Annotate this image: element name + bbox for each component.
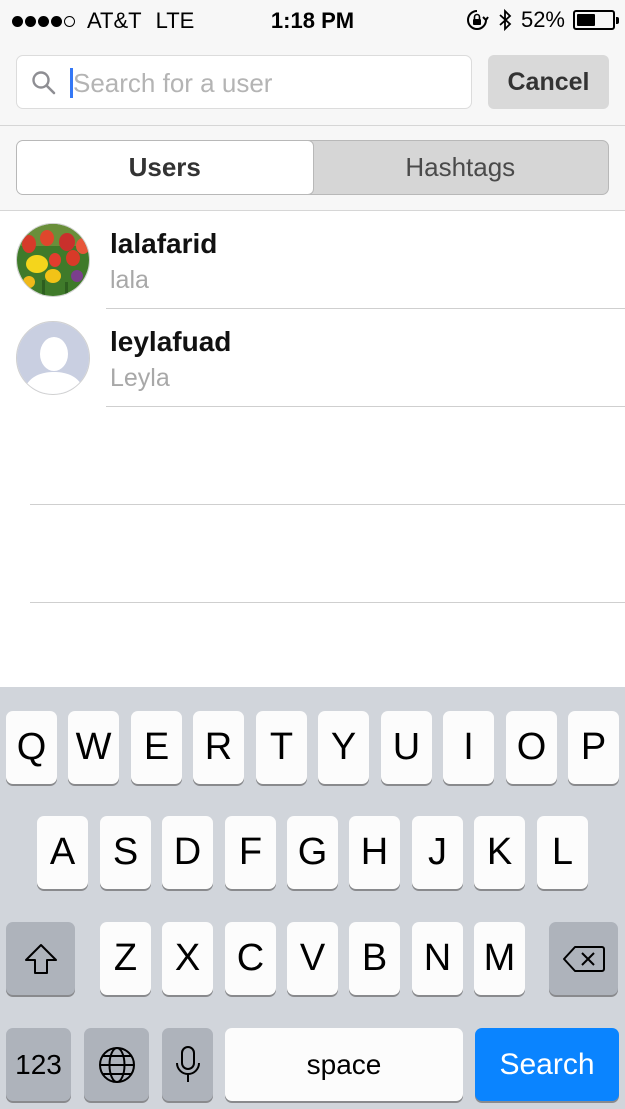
row-divider xyxy=(30,602,625,603)
search-input[interactable] xyxy=(73,64,463,102)
search-header: Cancel xyxy=(0,40,625,126)
empty-row xyxy=(0,505,625,603)
bluetooth-icon xyxy=(499,8,512,32)
key-s[interactable]: S xyxy=(100,816,151,889)
battery-icon xyxy=(573,10,619,30)
tab-hashtags[interactable]: Hashtags xyxy=(313,141,609,194)
segmented-control: Users Hashtags xyxy=(16,140,609,195)
search-icon xyxy=(32,71,56,95)
orientation-lock-icon xyxy=(466,10,489,30)
tab-users[interactable]: Users xyxy=(17,141,314,194)
key-z[interactable]: Z xyxy=(100,922,151,995)
globe-icon xyxy=(98,1046,135,1083)
key-k[interactable]: K xyxy=(474,816,525,889)
key-c[interactable]: C xyxy=(225,922,276,995)
key-i[interactable]: I xyxy=(443,711,494,784)
key-w[interactable]: W xyxy=(68,711,119,784)
empty-row xyxy=(0,407,625,505)
status-bar: AT&T LTE 1:18 PM 52% xyxy=(0,0,625,40)
key-y[interactable]: Y xyxy=(318,711,369,784)
key-d[interactable]: D xyxy=(162,816,213,889)
key-r[interactable]: R xyxy=(193,711,244,784)
dictation-key[interactable] xyxy=(162,1028,213,1101)
key-l[interactable]: L xyxy=(537,816,588,889)
key-g[interactable]: G xyxy=(287,816,338,889)
key-b[interactable]: B xyxy=(349,922,400,995)
key-p[interactable]: P xyxy=(568,711,619,784)
search-key[interactable]: Search xyxy=(475,1028,619,1101)
user-fullname: lala xyxy=(110,266,149,294)
keyboard: Q W E R T Y U I O P A S D F G H J K L Z … xyxy=(0,687,625,1109)
key-q[interactable]: Q xyxy=(6,711,57,784)
username[interactable]: lalafarid xyxy=(110,228,217,260)
status-right: 52% xyxy=(465,7,619,33)
user-row-leylafuad[interactable]: leylafuad Leyla xyxy=(0,309,625,407)
globe-key[interactable] xyxy=(84,1028,149,1101)
cancel-button[interactable]: Cancel xyxy=(488,55,609,109)
user-results-list: lalafarid lala leylafuad Leyla xyxy=(0,211,625,603)
username[interactable]: leylafuad xyxy=(110,326,231,358)
key-n[interactable]: N xyxy=(412,922,463,995)
key-x[interactable]: X xyxy=(162,922,213,995)
key-o[interactable]: O xyxy=(506,711,557,784)
key-f[interactable]: F xyxy=(225,816,276,889)
key-v[interactable]: V xyxy=(287,922,338,995)
shift-key[interactable] xyxy=(6,922,75,995)
user-row-lalafarid[interactable]: lalafarid lala xyxy=(0,211,625,309)
key-j[interactable]: J xyxy=(412,816,463,889)
key-m[interactable]: M xyxy=(474,922,525,995)
delete-key[interactable] xyxy=(549,922,618,995)
microphone-icon xyxy=(175,1045,200,1082)
key-t[interactable]: T xyxy=(256,711,307,784)
backspace-icon xyxy=(562,945,605,972)
key-u[interactable]: U xyxy=(381,711,432,784)
key-a[interactable]: A xyxy=(37,816,88,889)
space-key[interactable]: space xyxy=(225,1028,463,1101)
numbers-key[interactable]: 123 xyxy=(6,1028,71,1101)
tulips-photo-icon xyxy=(17,224,89,296)
search-field[interactable] xyxy=(16,55,472,109)
key-h[interactable]: H xyxy=(349,816,400,889)
user-fullname: Leyla xyxy=(110,364,170,392)
default-person-icon xyxy=(17,322,89,394)
segment-area: Users Hashtags xyxy=(0,126,625,211)
avatar-default[interactable] xyxy=(16,321,90,395)
avatar-tulips[interactable] xyxy=(16,223,90,297)
key-e[interactable]: E xyxy=(131,711,182,784)
shift-icon xyxy=(24,943,57,974)
battery-percent: 52% xyxy=(520,7,565,32)
